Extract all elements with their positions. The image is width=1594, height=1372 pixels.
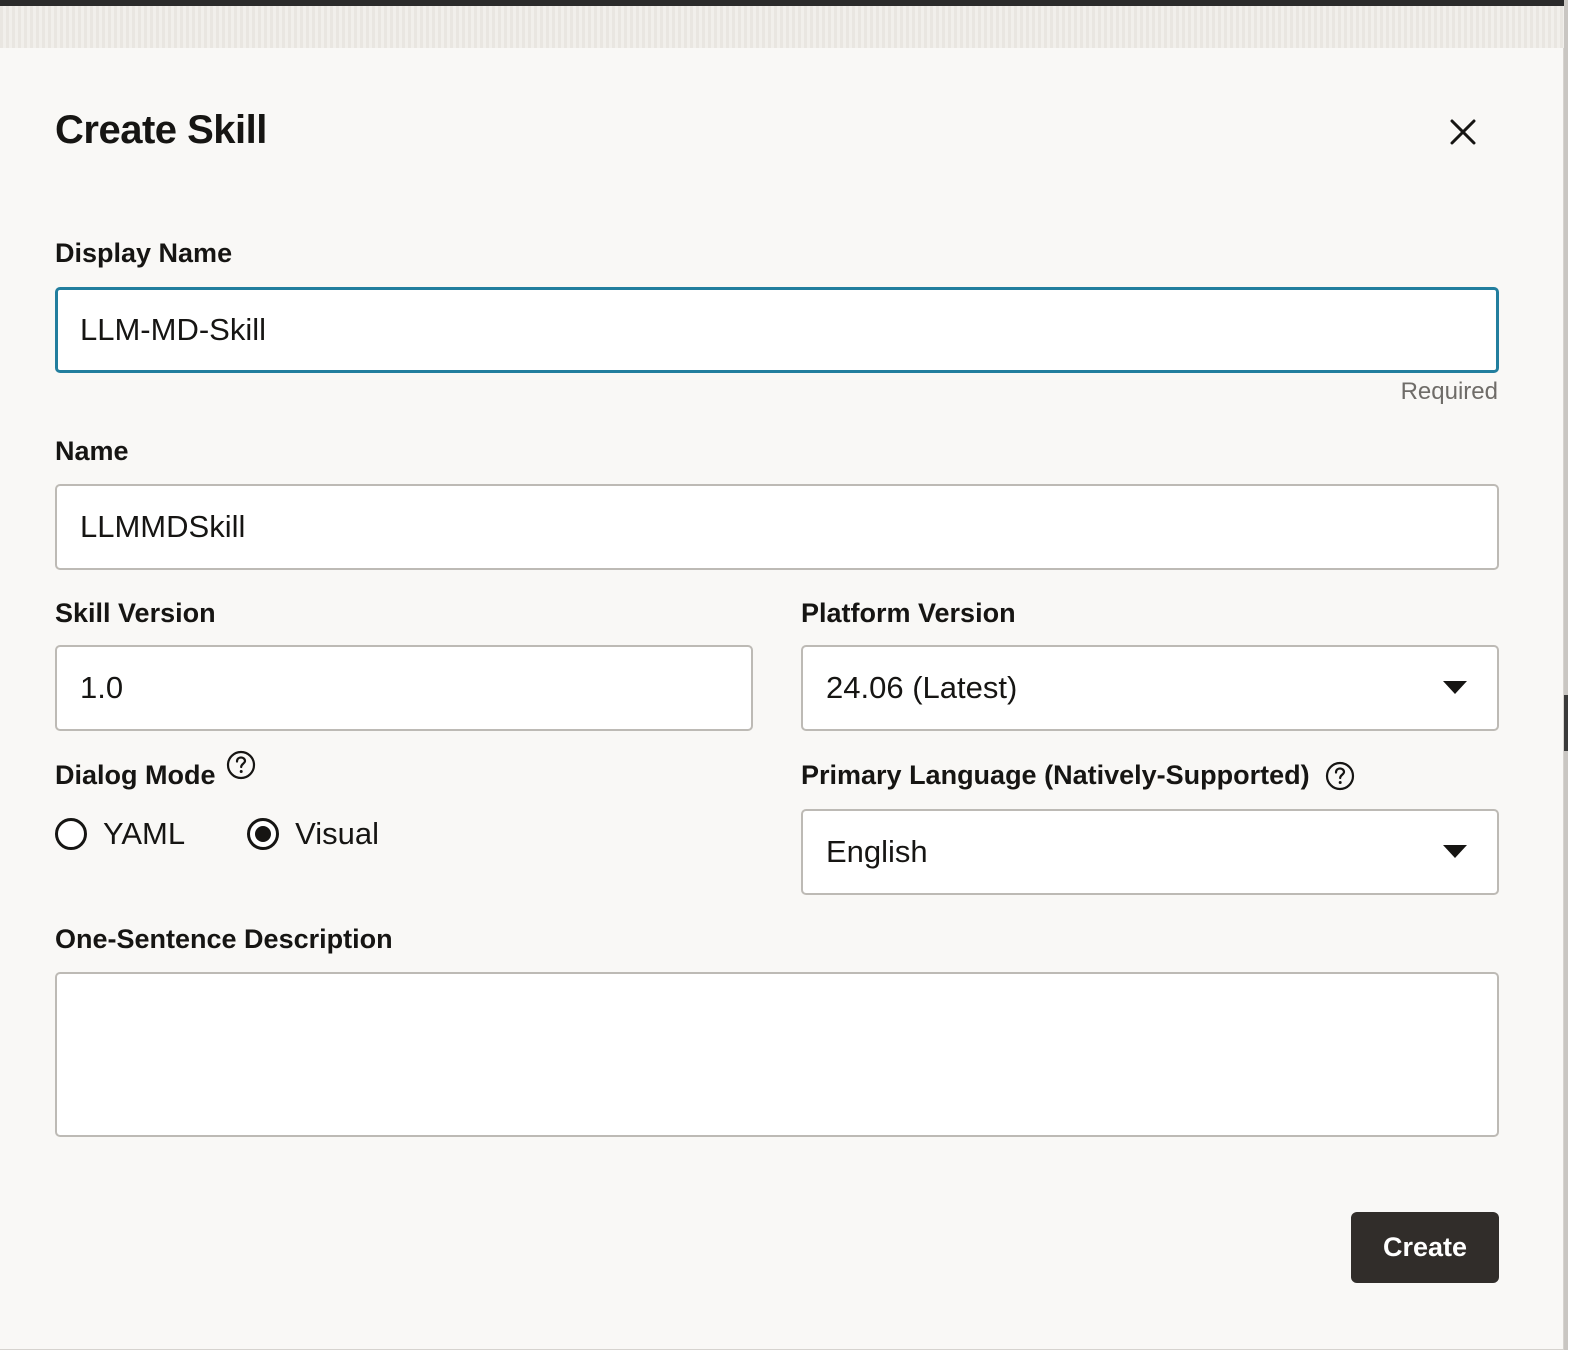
radio-option-yaml[interactable]: YAML <box>55 816 185 852</box>
close-icon <box>1450 119 1476 145</box>
description-textarea[interactable] <box>55 972 1499 1137</box>
radio-label-visual: Visual <box>295 816 379 851</box>
primary-language-select[interactable]: English <box>801 809 1499 895</box>
radio-button[interactable] <box>55 818 87 850</box>
close-button[interactable] <box>1443 112 1483 152</box>
help-icon[interactable] <box>226 750 256 780</box>
page-edge-right <box>1564 0 1594 1372</box>
dialog-mode-radio-group: YAML Visual <box>55 816 379 852</box>
page-backdrop <box>0 6 1568 48</box>
chevron-down-icon <box>1443 681 1467 694</box>
radio-selected-dot <box>255 826 272 842</box>
display-name-input[interactable]: LLM-MD-Skill <box>55 287 1499 373</box>
platform-version-select[interactable]: 24.06 (Latest) <box>801 645 1499 731</box>
radio-option-visual[interactable]: Visual <box>247 816 379 852</box>
radio-label-yaml: YAML <box>103 816 186 851</box>
dialog-shadow <box>1564 0 1568 1350</box>
chevron-down-icon <box>1443 845 1467 858</box>
page-edge-bottom <box>0 1350 1594 1372</box>
skill-version-input[interactable]: 1.0 <box>55 645 753 731</box>
name-value: LLMMDSkill <box>80 509 246 544</box>
create-button[interactable]: Create <box>1351 1212 1499 1283</box>
display-name-value: LLM-MD-Skill <box>80 312 266 347</box>
create-skill-dialog: Create Skill Display Name LLM-MD-Skill R… <box>0 48 1564 1350</box>
dialog-mode-label: Dialog Mode <box>55 760 216 790</box>
platform-version-label: Platform Version <box>801 598 1016 628</box>
description-label: One-Sentence Description <box>55 924 393 954</box>
required-hint: Required <box>1400 378 1498 405</box>
skill-version-value: 1.0 <box>80 670 124 705</box>
radio-button-selected[interactable] <box>247 818 280 850</box>
skill-version-label: Skill Version <box>55 598 216 628</box>
scrollbar-thumb[interactable] <box>1564 695 1568 751</box>
display-name-label: Display Name <box>55 238 233 268</box>
name-label: Name <box>55 436 129 466</box>
primary-language-value: English <box>826 834 928 869</box>
dialog-title: Create Skill <box>55 108 267 152</box>
help-icon[interactable] <box>1325 761 1355 791</box>
platform-version-value: 24.06 (Latest) <box>826 670 1018 705</box>
name-input[interactable]: LLMMDSkill <box>55 484 1499 570</box>
primary-language-label: Primary Language (Natively-Supported) <box>801 760 1310 790</box>
